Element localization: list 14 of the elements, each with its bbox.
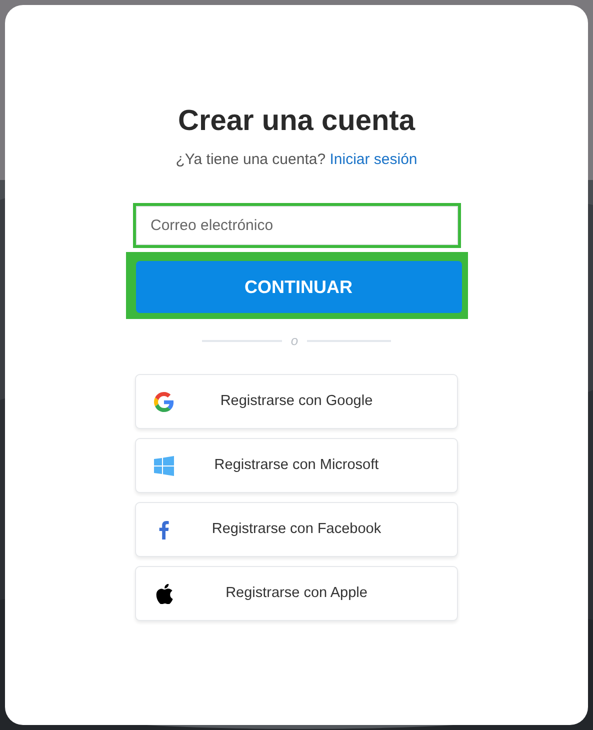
signup-provider-button[interactable]: Registrarse con Facebook (135, 502, 458, 557)
signup-provider-button[interactable]: Registrarse con Google (135, 374, 458, 429)
windows-icon (154, 456, 174, 476)
signin-prompt: ¿Ya tiene una cuenta? Iniciar sesión (176, 150, 418, 170)
continue-button[interactable]: CONTINUAR (136, 261, 462, 313)
dialog-title: Crear una cuenta (178, 104, 415, 139)
apple-icon (156, 584, 172, 604)
signup-provider-button[interactable]: Registrarse con Apple (135, 566, 458, 621)
google-g-icon (154, 392, 174, 412)
divider-label: o (290, 333, 298, 349)
facebook-f-icon (159, 520, 169, 539)
email-field[interactable]: Correo electrónico (136, 206, 458, 245)
signin-link[interactable]: Iniciar sesión (330, 151, 418, 168)
signup-provider-button[interactable]: Registrarse con Microsoft (135, 438, 458, 493)
